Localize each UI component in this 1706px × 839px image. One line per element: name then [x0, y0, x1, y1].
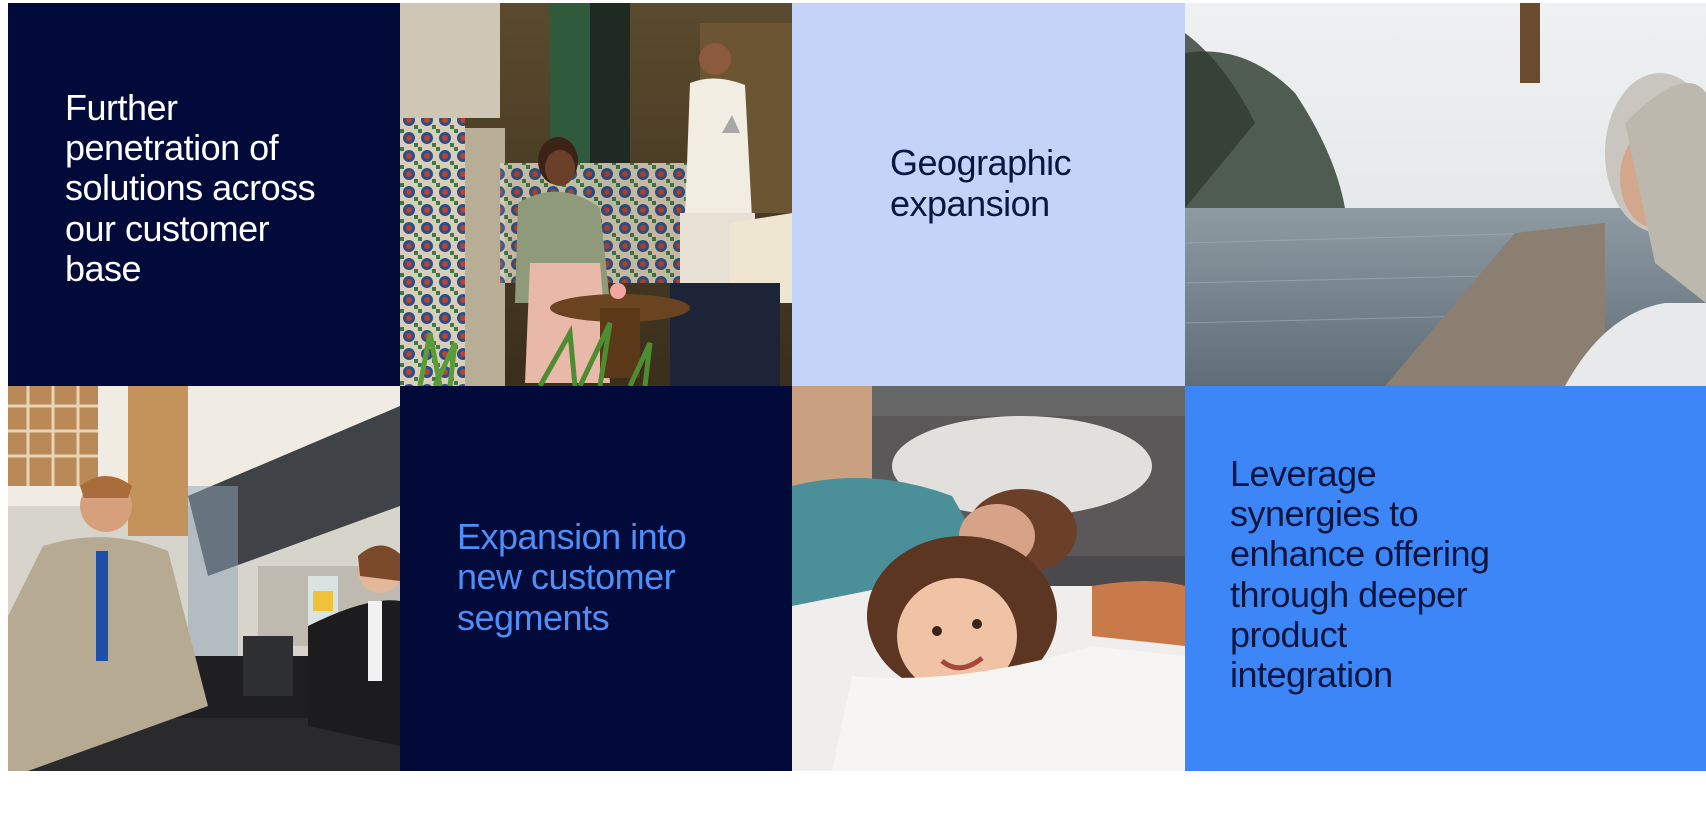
family-bed-photo [792, 386, 1185, 771]
hotel-reception-photo [8, 386, 400, 771]
family-illustration [792, 386, 1185, 771]
geographic-text: Geographic expansion [890, 142, 1072, 224]
geographic-tile: Geographic expansion [792, 3, 1185, 386]
lake-illustration [1185, 3, 1706, 386]
hospitality-courtyard-photo [400, 3, 792, 386]
synergies-text: Leverage synergies to enhance offering t… [1230, 452, 1490, 696]
reception-illustration [8, 386, 400, 771]
capability-grid: Further penetration of solutions across … [8, 3, 1706, 839]
lake-traveler-photo [1185, 3, 1706, 386]
penetration-tile: Further penetration of solutions across … [8, 3, 400, 386]
synergies-tile: Leverage synergies to enhance offering t… [1185, 386, 1706, 771]
penetration-text: Further penetration of solutions across … [65, 86, 316, 289]
segments-tile: Expansion into new customer segments [400, 386, 792, 771]
segments-text: Expansion into new customer segments [457, 516, 687, 638]
courtyard-illustration [400, 3, 792, 386]
